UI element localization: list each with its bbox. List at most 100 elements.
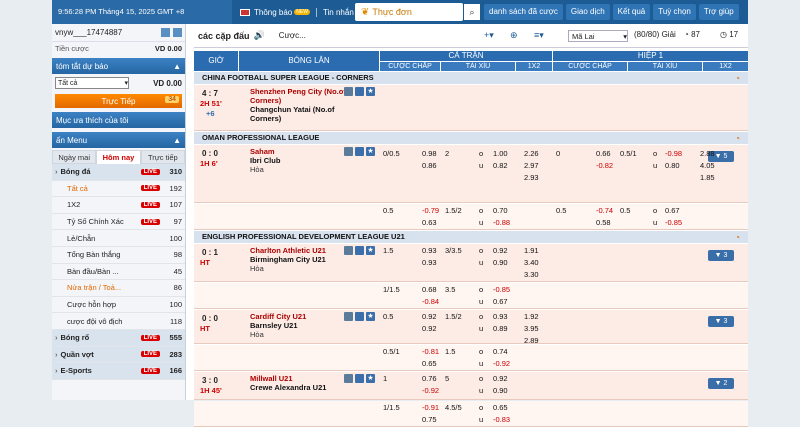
more-bets-button[interactable]: ▼ 2 bbox=[708, 378, 734, 389]
1x2-away[interactable]: 2.97 bbox=[524, 161, 539, 170]
over-label[interactable]: o bbox=[479, 246, 483, 255]
add-circle-icon[interactable]: ⊕ bbox=[510, 30, 518, 41]
match-time[interactable]: HT bbox=[200, 324, 210, 333]
h1-total-line[interactable]: 0.5/1 bbox=[620, 149, 637, 158]
h1-under-odds[interactable]: -0.85 bbox=[665, 218, 682, 227]
handicap-away[interactable]: 0.86 bbox=[422, 161, 437, 170]
h1-1x2-draw[interactable]: 1.85 bbox=[700, 173, 715, 182]
match-time[interactable]: 1H 45' bbox=[200, 386, 222, 395]
top-button-3[interactable]: Tuỳ chọn bbox=[653, 4, 696, 20]
under-odds[interactable]: 0.67 bbox=[493, 297, 508, 306]
total-line[interactable]: 3/3.5 bbox=[445, 246, 462, 255]
h1-handicap-away[interactable]: 0.58 bbox=[596, 218, 611, 227]
under-label[interactable]: u bbox=[479, 359, 483, 368]
handicap-line[interactable]: 1/1.5 bbox=[383, 285, 400, 294]
under-label[interactable]: u bbox=[479, 258, 483, 267]
top-button-0[interactable]: danh sách đã cược bbox=[484, 4, 563, 20]
live-button[interactable]: Trực Tiếp 34 bbox=[55, 94, 182, 108]
1x2-draw[interactable]: 3.30 bbox=[524, 270, 539, 279]
h1-handicap-line[interactable]: 0.5 bbox=[556, 206, 566, 215]
handicap-line[interactable]: 1.5 bbox=[383, 246, 393, 255]
total-line[interactable]: 5 bbox=[445, 374, 449, 383]
h1-handicap-line[interactable]: 0 bbox=[556, 149, 560, 158]
under-label[interactable]: u bbox=[479, 297, 483, 306]
sport-item-6[interactable]: Bàn đầu/Bàn ... 45 bbox=[52, 264, 185, 281]
over-odds[interactable]: 0.74 bbox=[493, 347, 508, 356]
menu-dropdown[interactable]: ❦ Thực đơn bbox=[355, 3, 463, 21]
star-icon[interactable]: ★ bbox=[366, 87, 375, 96]
sport-item-11[interactable]: › Quần vợt LIVE 283 bbox=[52, 346, 185, 364]
1x2-away[interactable]: 3.95 bbox=[524, 324, 539, 333]
under-odds[interactable]: 0.82 bbox=[493, 161, 508, 170]
handicap-away[interactable]: 0.65 bbox=[422, 359, 437, 368]
under-odds[interactable]: 0.90 bbox=[493, 386, 508, 395]
under-odds[interactable]: -0.92 bbox=[493, 359, 510, 368]
over-odds[interactable]: 0.70 bbox=[493, 206, 508, 215]
sport-item-9[interactable]: cược đội vô địch 118 bbox=[52, 313, 185, 330]
star-icon[interactable]: ★ bbox=[366, 246, 375, 255]
over-label[interactable]: o bbox=[479, 347, 483, 356]
stats-icon[interactable] bbox=[344, 147, 353, 156]
total-line[interactable]: 2 bbox=[445, 149, 449, 158]
under-odds[interactable]: 0.89 bbox=[493, 324, 508, 333]
sport-item-1[interactable]: Tất cả LIVE 192 bbox=[52, 181, 185, 198]
match-time[interactable]: 2H 51' bbox=[200, 99, 222, 108]
h1-over-odds[interactable]: 0.67 bbox=[665, 206, 680, 215]
stats-icon[interactable] bbox=[344, 87, 353, 96]
stats-icon[interactable] bbox=[344, 246, 353, 255]
tab-tomorrow[interactable]: Ngày mai bbox=[52, 150, 97, 164]
over-label[interactable]: o bbox=[479, 206, 483, 215]
search-icon[interactable]: ⌕ bbox=[464, 4, 480, 20]
under-odds[interactable]: -0.83 bbox=[493, 415, 510, 424]
handicap-line[interactable]: 0/0.5 bbox=[383, 149, 400, 158]
refresh-icon[interactable] bbox=[173, 28, 182, 37]
under-odds[interactable]: -0.88 bbox=[493, 218, 510, 227]
handicap-away[interactable]: -0.92 bbox=[422, 386, 439, 395]
1x2-draw[interactable]: 2.89 bbox=[524, 336, 539, 345]
1x2-home[interactable]: 1.92 bbox=[524, 312, 539, 321]
sport-item-3[interactable]: Tỷ Số Chính Xác LIVE 97 bbox=[52, 214, 185, 231]
over-odds[interactable]: 0.92 bbox=[493, 246, 508, 255]
star-icon[interactable]: ★ bbox=[366, 147, 375, 156]
summary-header[interactable]: tóm tắt dự báo ▲ bbox=[52, 58, 185, 74]
favorites-header[interactable]: Mục ưa thích của tôi bbox=[52, 112, 185, 128]
over-label[interactable]: o bbox=[479, 149, 483, 158]
tv-icon[interactable] bbox=[355, 87, 364, 96]
tab-today[interactable]: Hôm nay bbox=[96, 150, 141, 164]
h1-under-odds[interactable]: 0.80 bbox=[665, 161, 680, 170]
match-time[interactable]: 1H 6' bbox=[200, 159, 218, 168]
score[interactable]: 0 : 0 bbox=[202, 149, 218, 158]
h1-under-label[interactable]: u bbox=[653, 161, 657, 170]
under-label[interactable]: u bbox=[479, 386, 483, 395]
score[interactable]: 0 : 1 bbox=[202, 248, 218, 257]
over-odds[interactable]: 1.00 bbox=[493, 149, 508, 158]
h1-under-label[interactable]: u bbox=[653, 218, 657, 227]
handicap-away[interactable]: 0.93 bbox=[422, 258, 437, 267]
handicap-home[interactable]: 0.76 bbox=[422, 374, 437, 383]
under-label[interactable]: u bbox=[479, 415, 483, 424]
mail-icon[interactable] bbox=[161, 28, 170, 37]
total-line[interactable]: 1.5/2 bbox=[445, 312, 462, 321]
handicap-home[interactable]: 0.93 bbox=[422, 246, 437, 255]
score[interactable]: 3 : 0 bbox=[202, 376, 218, 385]
sport-item-0[interactable]: › Bóng đá LIVE 310 bbox=[52, 164, 185, 181]
over-label[interactable]: o bbox=[479, 374, 483, 383]
score[interactable]: 4 : 7 bbox=[202, 89, 218, 98]
sport-item-5[interactable]: Tổng Bàn thắng 98 bbox=[52, 247, 185, 264]
refresh-icon[interactable]: ◔ bbox=[735, 232, 740, 244]
list-icon[interactable]: ≡▾ bbox=[534, 30, 544, 41]
1x2-home[interactable]: 2.26 bbox=[524, 149, 539, 158]
refresh-icon[interactable]: ◔ bbox=[735, 73, 740, 85]
h1-handicap-home[interactable]: 0.66 bbox=[596, 149, 611, 158]
total-line[interactable]: 3.5 bbox=[445, 285, 455, 294]
filter-select[interactable]: Tất cả ▾ bbox=[55, 77, 129, 89]
under-label[interactable]: u bbox=[479, 324, 483, 333]
tv-icon[interactable] bbox=[355, 147, 364, 156]
plus-icon[interactable]: +▾ bbox=[484, 30, 494, 41]
under-odds[interactable]: 0.90 bbox=[493, 258, 508, 267]
handicap-away[interactable]: 0.63 bbox=[422, 218, 437, 227]
handicap-away[interactable]: 0.75 bbox=[422, 415, 437, 424]
h1-1x2-away[interactable]: 4.05 bbox=[700, 161, 715, 170]
handicap-line[interactable]: 1 bbox=[383, 374, 387, 383]
1x2-home[interactable]: 1.91 bbox=[524, 246, 539, 255]
